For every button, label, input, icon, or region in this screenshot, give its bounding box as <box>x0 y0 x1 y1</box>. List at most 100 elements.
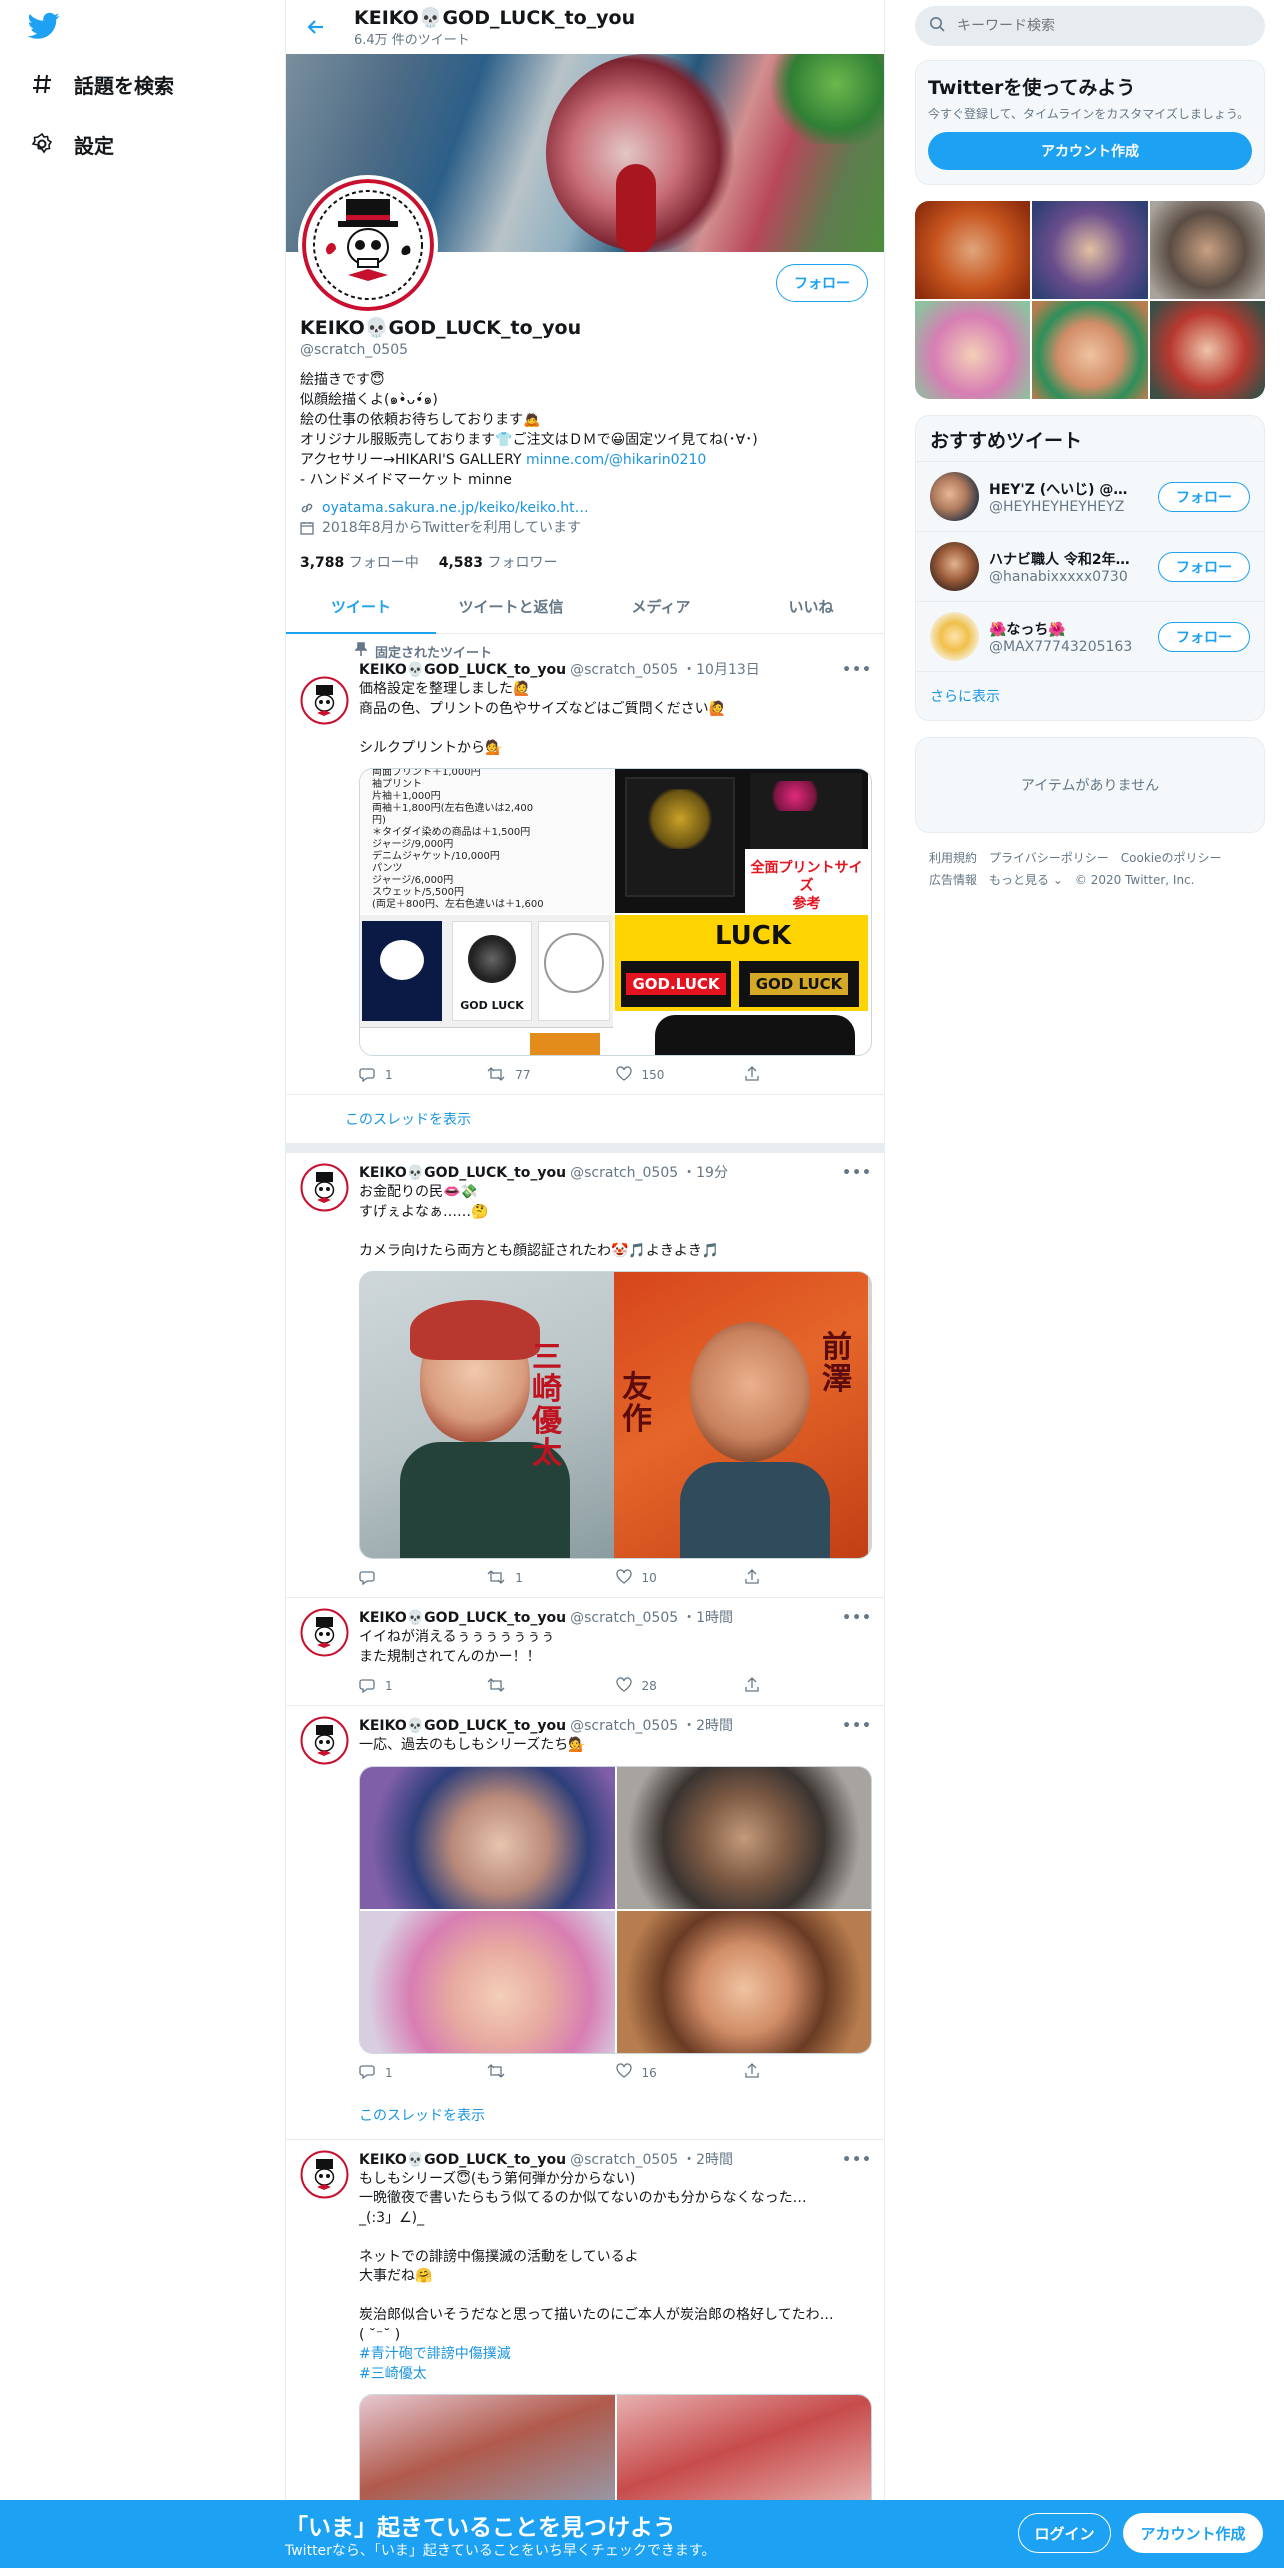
media-thumbnail[interactable] <box>1032 301 1148 399</box>
tab-tweets-replies[interactable]: ツイートと返信 <box>436 580 586 633</box>
retweet-button[interactable]: 77 <box>487 1066 615 1085</box>
tweet[interactable]: KEIKO💀GOD_LUCK_to_you @scratch_0505 ・ 19分 ••… <box>286 1153 884 1598</box>
hashtag-link[interactable]: #三崎優太 <box>359 2365 872 2385</box>
more-icon[interactable]: ••• <box>842 1163 872 1183</box>
tweet-time[interactable]: 2時間 <box>696 2150 733 2170</box>
like-button[interactable]: 28 <box>615 1676 744 1696</box>
media-image[interactable] <box>616 1766 871 1909</box>
tab-likes[interactable]: いいね <box>736 580 884 633</box>
reply-button[interactable]: 1 <box>359 1677 487 1696</box>
rec-name[interactable]: HEY'Z (へいじ) @… <box>989 479 1148 499</box>
rec-name[interactable]: ハナビ職人 令和2年… <box>989 549 1148 569</box>
tweet-author-name[interactable]: KEIKO💀GOD_LUCK_to_you <box>359 1163 566 1183</box>
tab-tweets[interactable]: ツイート <box>286 580 436 634</box>
rec-follow-button[interactable]: フォロー <box>1158 481 1250 512</box>
tweet-media[interactable]: 両面プリント＋1,000円 袖プリント 片袖＋1,000円 両袖＋1,800円(… <box>359 768 872 1056</box>
shirt-image[interactable]: 全面プリントサイズ 参考 <box>615 769 868 913</box>
rec-follow-button[interactable]: フォロー <box>1158 621 1250 652</box>
design-sheet-image[interactable]: GOD LUCK <box>360 915 613 1055</box>
show-more-link[interactable]: さらに表示 <box>916 672 1264 720</box>
share-button[interactable] <box>744 1676 872 1696</box>
tweet-author-name[interactable]: KEIKO💀GOD_LUCK_to_you <box>359 2150 566 2170</box>
footer-ads-link[interactable]: 広告情報 <box>929 873 977 887</box>
god-luck-labels-image[interactable]: LUCK GOD.LUCK GOD LUCK <box>615 915 868 1055</box>
tweet[interactable]: KEIKO💀GOD_LUCK_to_you @scratch_0505 ・ 2時間 ••… <box>286 2140 884 2544</box>
price-list-image[interactable]: 両面プリント＋1,000円 袖プリント 片袖＋1,000円 両袖＋1,800円(… <box>360 769 613 913</box>
tweet-avatar[interactable] <box>300 1163 349 1212</box>
rec-name[interactable]: 🌺なっち🌺 <box>989 619 1148 639</box>
share-button[interactable] <box>744 1065 872 1085</box>
tweet-time[interactable]: 10月13日 <box>696 660 760 680</box>
following-link[interactable]: 3,788 フォロー中 <box>300 552 419 572</box>
media-thumbnail[interactable] <box>1149 201 1265 299</box>
bio-link[interactable]: minne.com/@hikarin0210 <box>526 452 706 468</box>
tweet-avatar[interactable] <box>300 676 349 725</box>
like-button[interactable]: 16 <box>615 2063 744 2082</box>
more-icon[interactable]: ••• <box>842 660 872 680</box>
nav-settings[interactable]: 設定 <box>28 124 114 164</box>
tweet-avatar[interactable] <box>300 1608 349 1657</box>
rec-follow-button[interactable]: フォロー <box>1158 551 1250 582</box>
twitter-logo-icon[interactable] <box>27 12 64 44</box>
more-icon[interactable]: ••• <box>842 1716 872 1736</box>
share-button[interactable] <box>744 1568 872 1588</box>
tweet-text: イイねが消えるぅぅぅぅぅぅぅ また規制されてんのかー！！ <box>359 1628 872 1667</box>
media-thumbnail[interactable] <box>915 301 1031 399</box>
reply-button[interactable] <box>359 1569 487 1588</box>
media-image[interactable] <box>360 1910 615 2053</box>
tweet-avatar[interactable] <box>300 2149 349 2199</box>
rec-user[interactable]: HEY'Z (へいじ) @… @HEYHEYHEYHEYZ フォロー <box>916 462 1264 532</box>
media-thumbnail[interactable] <box>1149 301 1265 399</box>
back-arrow-icon[interactable] <box>300 11 332 43</box>
more-icon[interactable]: ••• <box>842 1608 872 1628</box>
footer-terms-link[interactable]: 利用規約 <box>929 851 977 865</box>
media-image[interactable] <box>360 1766 615 1909</box>
media-thumbnail[interactable] <box>915 201 1031 299</box>
profile-website[interactable]: oyatama.sakura.ne.jp/keiko/keiko.ht… <box>322 498 589 518</box>
signup-button[interactable]: アカウント作成 <box>1123 2513 1263 2553</box>
tweet-avatar[interactable] <box>300 1716 349 1765</box>
tweet[interactable]: KEIKO💀GOD_LUCK_to_you @scratch_0505 ・ 1時間 ••… <box>286 1598 884 1706</box>
profile-avatar[interactable] <box>298 175 438 315</box>
nav-explore[interactable]: 話題を検索 <box>28 64 174 104</box>
rec-avatar[interactable] <box>930 472 979 521</box>
like-button[interactable]: 10 <box>615 1568 744 1588</box>
login-button[interactable]: ログイン <box>1018 2513 1111 2553</box>
rec-avatar[interactable] <box>930 612 979 661</box>
footer-more-link[interactable]: もっと見る ⌄ <box>989 873 1063 887</box>
reply-button[interactable]: 1 <box>359 2063 487 2082</box>
like-button[interactable]: 150 <box>615 1065 744 1085</box>
retweet-button[interactable] <box>487 1677 615 1696</box>
tweet-media[interactable]: 三崎優太 友作 前澤 <box>359 1271 872 1559</box>
tab-media[interactable]: メディア <box>586 580 736 633</box>
tweet-time[interactable]: 1時間 <box>696 1608 733 1628</box>
rec-avatar[interactable] <box>930 542 979 591</box>
tweet-time[interactable]: 19分 <box>696 1163 728 1183</box>
footer-cookie-link[interactable]: Cookieのポリシー <box>1121 851 1222 865</box>
tweet-author-name[interactable]: KEIKO💀GOD_LUCK_to_you <box>359 1608 566 1628</box>
show-thread-link[interactable]: このスレッドを表示 <box>345 1095 884 1143</box>
rec-user[interactable]: 🌺なっち🌺 @MAX77743205163 フォロー <box>916 602 1264 672</box>
show-thread-link[interactable]: このスレッドを表示 <box>286 2092 884 2140</box>
hashtag-link[interactable]: #青汁砲で誹謗中傷撲滅 <box>359 2345 872 2365</box>
follow-button[interactable]: フォロー <box>776 264 868 302</box>
followers-link[interactable]: 4,583 フォロワー <box>439 552 558 572</box>
more-icon[interactable]: ••• <box>842 2150 872 2170</box>
retweet-button[interactable] <box>487 2063 615 2082</box>
media-image[interactable] <box>616 1910 871 2053</box>
tweet[interactable]: 固定されたツイート KEIKO💀GOD_LUCK_to_you @scratch_… <box>286 634 884 1095</box>
search-input[interactable] <box>957 18 1237 34</box>
tweet[interactable]: KEIKO💀GOD_LUCK_to_you @scratch_0505 ・ 2時間 ••… <box>286 1706 884 2092</box>
search-box[interactable] <box>915 6 1265 46</box>
share-button[interactable] <box>744 2063 872 2082</box>
tweet-author-name[interactable]: KEIKO💀GOD_LUCK_to_you <box>359 660 566 680</box>
media-thumbnail[interactable] <box>1032 201 1148 299</box>
tweet-time[interactable]: 2時間 <box>696 1716 733 1736</box>
create-account-button[interactable]: アカウント作成 <box>928 132 1252 170</box>
retweet-button[interactable]: 1 <box>487 1569 615 1588</box>
tweet-author-name[interactable]: KEIKO💀GOD_LUCK_to_you <box>359 1716 566 1736</box>
footer-privacy-link[interactable]: プライバシーポリシー <box>989 851 1109 865</box>
tweet-media-grid[interactable] <box>359 1765 872 2054</box>
reply-button[interactable]: 1 <box>359 1066 487 1085</box>
rec-user[interactable]: ハナビ職人 令和2年… @hanabixxxxx0730 フォロー <box>916 532 1264 602</box>
